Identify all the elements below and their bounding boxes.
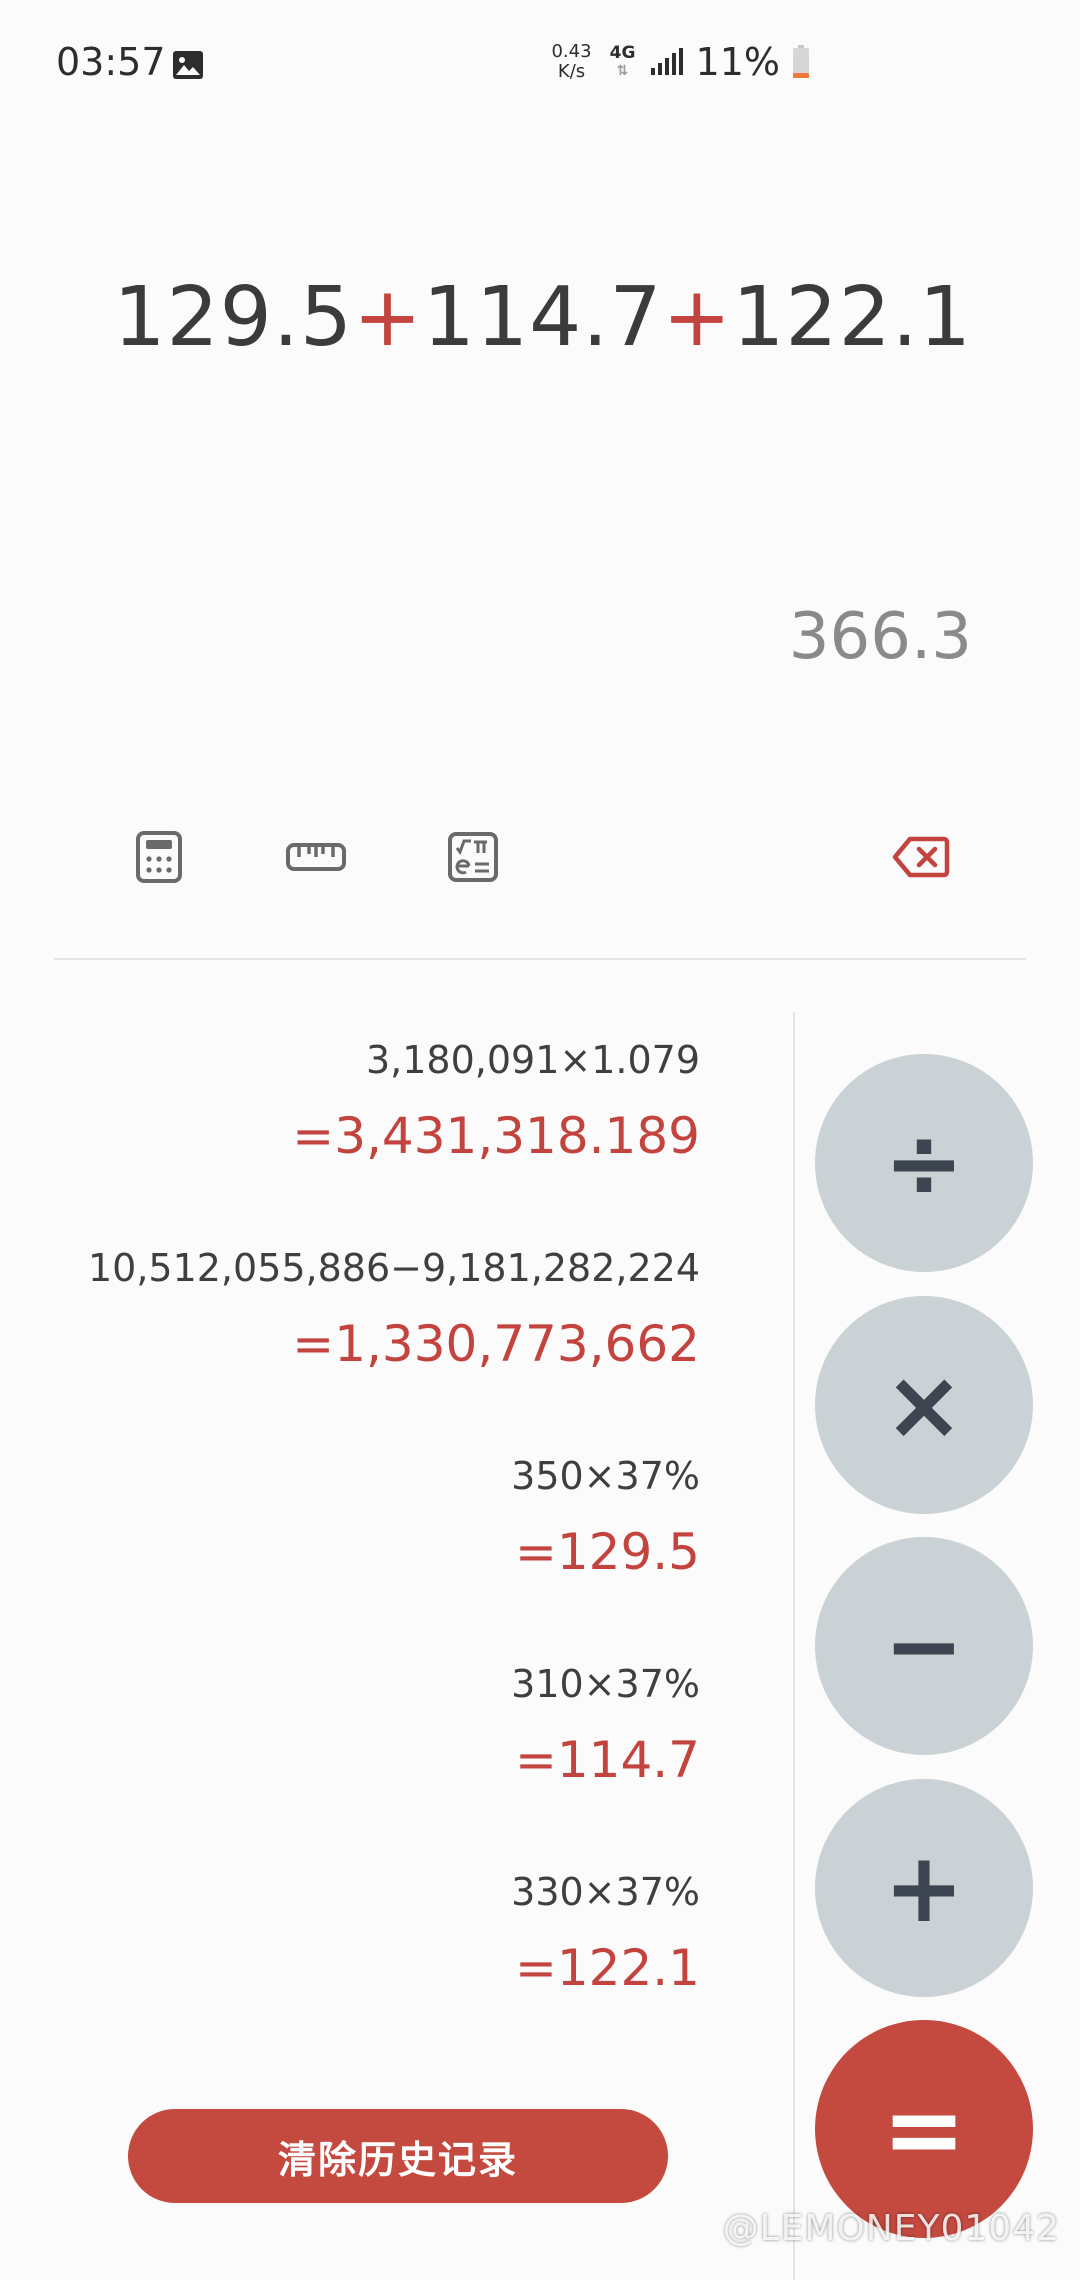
result-preview: 366.3 [788, 600, 972, 674]
history-item[interactable]: 310×37% =114.7 [40, 1654, 700, 1822]
scientific-icon[interactable] [438, 822, 508, 892]
backspace-icon[interactable] [886, 822, 956, 892]
operand: 114.7 [422, 270, 663, 365]
status-bar: 03:57 0.43 K/s 4G ⇅ 11% [0, 0, 1080, 130]
history-item[interactable]: 350×37% =129.5 [40, 1446, 700, 1614]
plus-button[interactable]: + [815, 1779, 1033, 1997]
battery-level: 11% [695, 40, 780, 84]
network-speed-unit: K/s [557, 61, 586, 82]
divider [54, 958, 1026, 960]
history-item[interactable]: 3,180,091×1.079 =3,431,318.189 [40, 1030, 700, 1198]
calculator-icon[interactable] [124, 822, 194, 892]
history-result: =1,330,773,662 [292, 1315, 700, 1373]
expression-display[interactable]: 129.5+114.7+122.1 [113, 270, 972, 365]
data-arrows-icon: ⇅ [616, 63, 629, 79]
vertical-divider [793, 1012, 795, 2280]
battery-icon [792, 45, 810, 79]
network-speed: 0.43 K/s [548, 42, 596, 82]
gallery-icon [172, 50, 204, 80]
operator-symbol: + [662, 270, 733, 365]
history-list[interactable]: 3,180,091×1.079 =3,431,318.189 10,512,05… [40, 1030, 700, 2070]
network-speed-value: 0.43 [551, 41, 592, 62]
history-result: =114.7 [514, 1731, 700, 1789]
history-result: =129.5 [514, 1523, 700, 1581]
network-type: 4G ⇅ [608, 44, 638, 80]
operator-symbol: + [353, 270, 423, 365]
status-indicators: 0.43 K/s 4G ⇅ 11% [548, 40, 810, 84]
status-time: 03:57 [56, 40, 166, 84]
clear-history-button[interactable]: 清除历史记录 [128, 2109, 668, 2203]
multiply-button[interactable]: × [815, 1296, 1033, 1514]
ruler-icon[interactable] [281, 822, 351, 892]
equals-button[interactable]: = [815, 2020, 1033, 2238]
history-item[interactable]: 330×37% =122.1 [40, 1862, 700, 2030]
history-result: =3,431,318.189 [292, 1107, 700, 1165]
operand: 129.5 [113, 270, 354, 365]
history-item[interactable]: 10,512,055,886−9,181,282,224 =1,330,773,… [40, 1238, 700, 1406]
watermark: @LEMONEY01042 [722, 2208, 1060, 2249]
toolbar [0, 800, 1080, 910]
divide-button[interactable]: ÷ [815, 1054, 1033, 1272]
history-expression: 350×37% [511, 1454, 700, 1498]
history-expression: 330×37% [511, 1870, 700, 1914]
history-expression: 310×37% [511, 1662, 700, 1706]
network-type-label: 4G [609, 43, 636, 63]
signal-icon [650, 48, 684, 76]
history-expression: 3,180,091×1.079 [365, 1038, 700, 1082]
operand: 122.1 [732, 270, 972, 365]
history-result: =122.1 [514, 1939, 700, 1997]
history-expression: 10,512,055,886−9,181,282,224 [87, 1246, 700, 1290]
minus-button[interactable]: − [815, 1537, 1033, 1755]
